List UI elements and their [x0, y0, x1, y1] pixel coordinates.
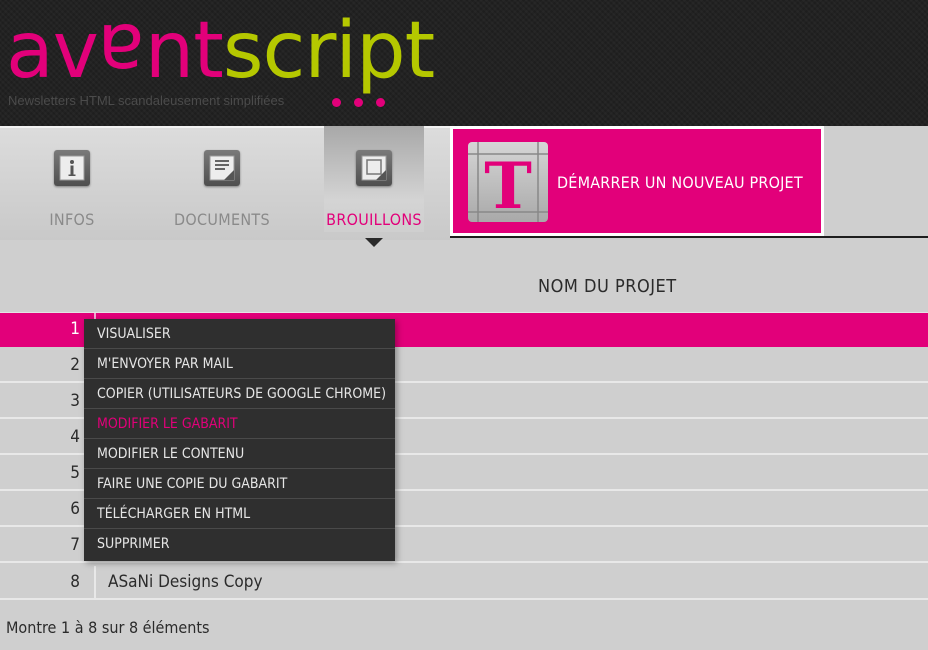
- menu-item-edit-template[interactable]: MODIFIER LE GABARIT: [84, 409, 395, 439]
- new-project-label: DÉMARRER UN NOUVEAU PROJET: [557, 173, 803, 192]
- draft-icon: [356, 150, 392, 186]
- nav-item-infos[interactable]: INFOS: [22, 126, 122, 232]
- row-number: 5: [70, 463, 80, 483]
- column-header-project-name[interactable]: NOM DU PROJET: [538, 276, 677, 297]
- info-icon: [54, 150, 90, 186]
- menu-item-copy[interactable]: COPIER (UTILISATEURS DE GOOGLE CHROME): [84, 379, 395, 409]
- nav-item-documents[interactable]: DOCUMENTS: [172, 126, 272, 232]
- logo-text-script: script: [222, 6, 435, 96]
- document-icon: [204, 150, 240, 186]
- header: avantscript Newsletters HTML scandaleuse…: [0, 0, 928, 126]
- menu-item-visualiser[interactable]: VISUALISER: [84, 319, 395, 349]
- nav-label-infos: INFOS: [49, 210, 95, 229]
- new-project-button[interactable]: T DÉMARRER UN NOUVEAU PROJET: [450, 126, 824, 236]
- row-project-name: ASaNi Designs Copy: [108, 572, 263, 592]
- logo-dot: [376, 98, 385, 107]
- row-number: 4: [70, 427, 80, 447]
- context-menu: VISUALISER M'ENVOYER PAR MAIL COPIER (UT…: [84, 319, 395, 561]
- row-number: 7: [70, 535, 80, 555]
- nav-label-documents: DOCUMENTS: [174, 210, 270, 229]
- table-row[interactable]: 8 ASaNi Designs Copy: [0, 566, 928, 600]
- logo-text-flipped-a: a: [97, 6, 145, 96]
- logo-dot: [354, 98, 363, 107]
- logo[interactable]: avantscript: [6, 6, 435, 96]
- nav-label-brouillons: BROUILLONS: [326, 210, 422, 229]
- row-number: 2: [70, 355, 80, 375]
- row-number: 3: [70, 391, 80, 411]
- row-divider: [94, 566, 96, 598]
- menu-item-download-html[interactable]: TÉLÉCHARGER EN HTML: [84, 499, 395, 529]
- row-number: 6: [70, 499, 80, 519]
- nav-item-brouillons[interactable]: BROUILLONS: [324, 126, 424, 232]
- row-number: 1: [70, 319, 80, 339]
- menu-item-delete[interactable]: SUPPRIMER: [84, 529, 395, 559]
- template-icon: T: [468, 142, 548, 224]
- row-number: 8: [70, 572, 80, 592]
- svg-text:T: T: [484, 149, 532, 222]
- pagination-info: Montre 1 à 8 sur 8 éléments: [6, 618, 210, 637]
- logo-text-av: av: [6, 6, 99, 96]
- menu-item-duplicate-template[interactable]: FAIRE UNE COPIE DU GABARIT: [84, 469, 395, 499]
- table-column-header: NOM DU PROJET: [0, 262, 928, 314]
- active-tab-caret: [365, 238, 383, 247]
- tagline: Newsletters HTML scandaleusement simplif…: [8, 93, 285, 108]
- menu-item-send-mail[interactable]: M'ENVOYER PAR MAIL: [84, 349, 395, 379]
- logo-dot: [332, 98, 341, 107]
- menu-item-edit-content[interactable]: MODIFIER LE CONTENU: [84, 439, 395, 469]
- logo-text-nt: nt: [144, 6, 224, 96]
- nav-bar-divider: [450, 236, 928, 238]
